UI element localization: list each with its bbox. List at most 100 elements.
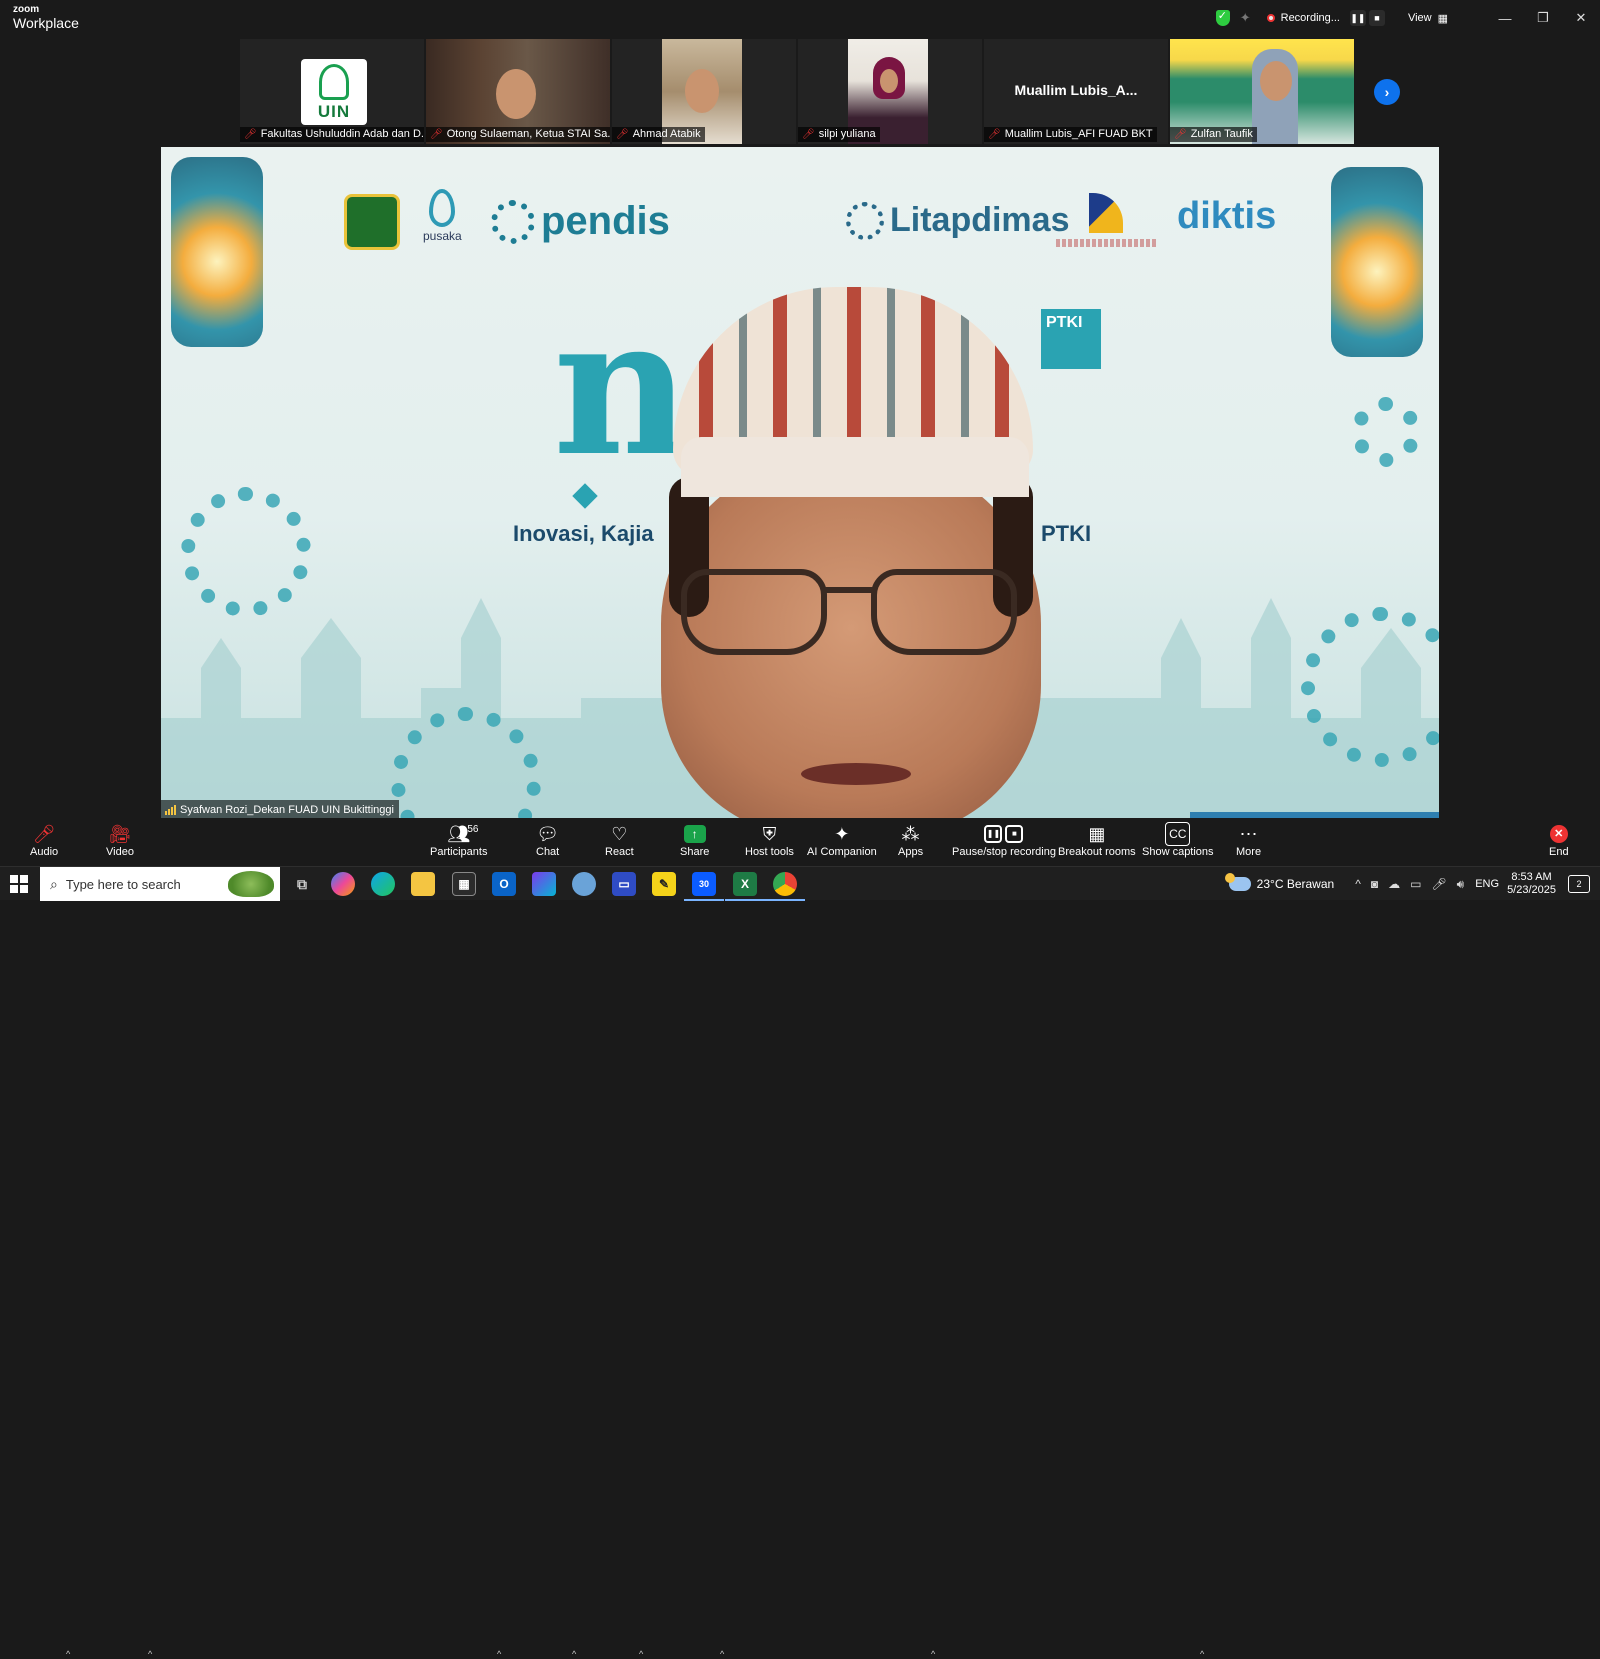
- ai-companion-button[interactable]: ✦ AI Companion: [807, 823, 877, 858]
- video-button[interactable]: 🎥︎ Video: [106, 823, 134, 858]
- volume-icon[interactable]: 🔊︎: [1457, 877, 1465, 892]
- share-caret-icon[interactable]: ^: [720, 1649, 724, 1659]
- restore-button[interactable]: ❐: [1524, 10, 1562, 26]
- flower-decoration: [181, 487, 311, 617]
- recording-dot-icon: [1266, 14, 1275, 22]
- more-button[interactable]: ⋯ More: [1236, 823, 1261, 858]
- participant-thumbnail[interactable]: 🎤︎ Ahmad Atabik: [612, 39, 796, 144]
- file-explorer-icon[interactable]: [411, 872, 435, 896]
- sticky-notes-icon[interactable]: ✎: [652, 872, 676, 896]
- edge-icon[interactable]: [371, 872, 395, 896]
- chat-caret-icon[interactable]: ^: [572, 1649, 576, 1659]
- muted-mic-icon: 🎤︎: [802, 129, 815, 140]
- ai-sparkle-icon: ✦: [834, 824, 850, 844]
- close-button[interactable]: ✕: [1562, 10, 1600, 26]
- network-icon[interactable]: ▭: [1410, 877, 1421, 891]
- show-captions-button[interactable]: CC Show captions: [1142, 822, 1214, 858]
- participant-name: silpi yuliana: [818, 128, 876, 140]
- show-hidden-icons-chevron-icon[interactable]: ^: [1355, 877, 1361, 891]
- camera-off-icon: 🎥︎: [108, 824, 132, 844]
- store-icon[interactable]: ▦: [452, 872, 476, 896]
- weather-text[interactable]: 23°C Berawan: [1257, 877, 1335, 891]
- uin-logo-text: UIN: [317, 102, 351, 121]
- weather-cloud-icon[interactable]: [1224, 873, 1251, 891]
- pause-stop-recording-button[interactable]: ❚❚ ■ Pause/stop recording: [952, 823, 1056, 858]
- react-label: React: [605, 846, 634, 858]
- system-tray: 23°C Berawan ^ ◙ ☁ ▭ 🎤︎ 🔊︎ ENG 8:53 AM 5…: [1224, 867, 1600, 901]
- zoom-taskbar-icon[interactable]: 30: [684, 872, 724, 901]
- apps-icon: ⁂: [901, 824, 920, 844]
- view-label: View: [1407, 12, 1432, 24]
- next-page-arrow-icon[interactable]: ›: [1374, 79, 1400, 105]
- view-button[interactable]: View ▦: [1408, 12, 1448, 25]
- mic-tray-icon[interactable]: 🎤︎: [1431, 877, 1446, 891]
- end-meeting-button[interactable]: ✕ End: [1549, 823, 1569, 858]
- speaker-face: [621, 287, 1061, 818]
- outlook-icon[interactable]: O: [492, 872, 516, 896]
- host-tools-button[interactable]: ⛨ Host tools: [745, 823, 794, 858]
- encryption-shield-icon[interactable]: [1215, 9, 1230, 26]
- end-label: End: [1549, 846, 1569, 858]
- end-x-icon: ✕: [1549, 825, 1568, 843]
- react-button[interactable]: ♡ React: [605, 823, 634, 858]
- apps-button[interactable]: ⁂ Apps: [898, 823, 923, 858]
- notification-center-icon[interactable]: 2: [1568, 875, 1590, 893]
- participant-thumbnail[interactable]: 🎤︎ Otong Sulaeman, Ketua STAI Sa...: [426, 39, 610, 144]
- muted-mic-icon: 🎤︎: [244, 129, 257, 140]
- copilot-icon[interactable]: [331, 872, 355, 896]
- participants-caret-icon[interactable]: ^: [497, 1649, 501, 1659]
- participant-name-tag: 🎤︎ Ahmad Atabik: [612, 127, 705, 142]
- search-highlight-image: [228, 871, 274, 897]
- chrome-icon[interactable]: [765, 872, 805, 901]
- participant-name-tag: 🎤︎ Zulfan Taufik: [1170, 127, 1257, 142]
- excel-icon[interactable]: X: [725, 872, 765, 901]
- breakout-rooms-button[interactable]: ▦ Breakout rooms: [1058, 823, 1136, 858]
- audio-button[interactable]: 🎤︎ Audio: [30, 823, 58, 858]
- react-caret-icon[interactable]: ^: [639, 1649, 643, 1659]
- participant-name-tag: 🎤︎ Muallim Lubis_AFI FUAD BKT: [984, 127, 1157, 142]
- slide-logo-row: pusaka pendis Litapdimas diktis: [161, 189, 1439, 259]
- taskbar-clock[interactable]: 8:53 AM 5/23/2025: [1507, 871, 1556, 897]
- participants-label: Participants: [430, 846, 488, 858]
- litapdimas-logo: Litapdimas: [846, 201, 1069, 240]
- meet-now-icon[interactable]: ◙: [1371, 877, 1378, 891]
- taskbar-search[interactable]: ⌕ Type here to search: [40, 867, 280, 901]
- apps-caret-icon[interactable]: ^: [931, 1649, 935, 1659]
- participant-thumbnail[interactable]: Muallim Lubis_A... 🎤︎ Muallim Lubis_AFI F…: [984, 39, 1168, 144]
- stop-recording-button[interactable]: ■: [1368, 10, 1385, 26]
- copilot-m365-icon[interactable]: [532, 872, 556, 896]
- mic-muted-icon: 🎤︎: [32, 824, 56, 844]
- video-options-caret-icon[interactable]: ^: [148, 1649, 152, 1659]
- notification-count: 2: [1576, 879, 1582, 889]
- more-label: More: [1236, 846, 1262, 858]
- active-speaker-name: Syafwan Rozi_Dekan FUAD UIN Bukittinggi: [180, 804, 394, 816]
- pin-icon[interactable]: ✦: [1240, 10, 1251, 26]
- clock-date: 5/23/2025: [1507, 884, 1556, 896]
- participant-thumbnail[interactable]: 🎤︎ silpi yuliana: [798, 39, 982, 144]
- pusaka-label: pusaka: [423, 229, 462, 243]
- zoom-badge: 30: [698, 879, 709, 889]
- task-view-icon[interactable]: ⧉: [290, 872, 314, 896]
- onedrive-icon[interactable]: ☁: [1388, 877, 1400, 891]
- more-dots-icon: ⋯: [1239, 824, 1258, 844]
- share-button[interactable]: ↑ Share: [680, 823, 709, 858]
- participant-thumbnail[interactable]: UIN 🎤︎ Fakultas Ushuluddin Adab dan D...: [240, 39, 424, 144]
- litapdimas-label: Litapdimas: [890, 201, 1070, 239]
- participants-button[interactable]: 👥︎ 56 Participants: [430, 823, 487, 858]
- muted-mic-icon: 🎤︎: [988, 129, 1001, 140]
- participant-name-tag: 🎤︎ silpi yuliana: [798, 127, 880, 142]
- input-language[interactable]: ENG: [1475, 878, 1499, 890]
- pause-stop-label: Pause/stop recording: [952, 846, 1056, 858]
- diktis-label: diktis: [1177, 195, 1277, 237]
- chat-button[interactable]: 💬︎ Chat: [536, 823, 559, 858]
- minimize-button[interactable]: —: [1486, 11, 1524, 26]
- kemenag-logo: [344, 194, 400, 250]
- participant-thumbnail[interactable]: 🎤︎ Zulfan Taufik: [1170, 39, 1354, 144]
- paint-icon[interactable]: [572, 872, 596, 896]
- windows-start-icon[interactable]: [10, 875, 28, 893]
- pause-recording-button[interactable]: ❚❚: [1349, 10, 1366, 26]
- audio-options-caret-icon[interactable]: ^: [66, 1649, 70, 1659]
- captions-caret-icon[interactable]: ^: [1200, 1649, 1204, 1659]
- audio-label: Audio: [30, 846, 59, 858]
- notepad-icon[interactable]: ▭: [612, 872, 636, 896]
